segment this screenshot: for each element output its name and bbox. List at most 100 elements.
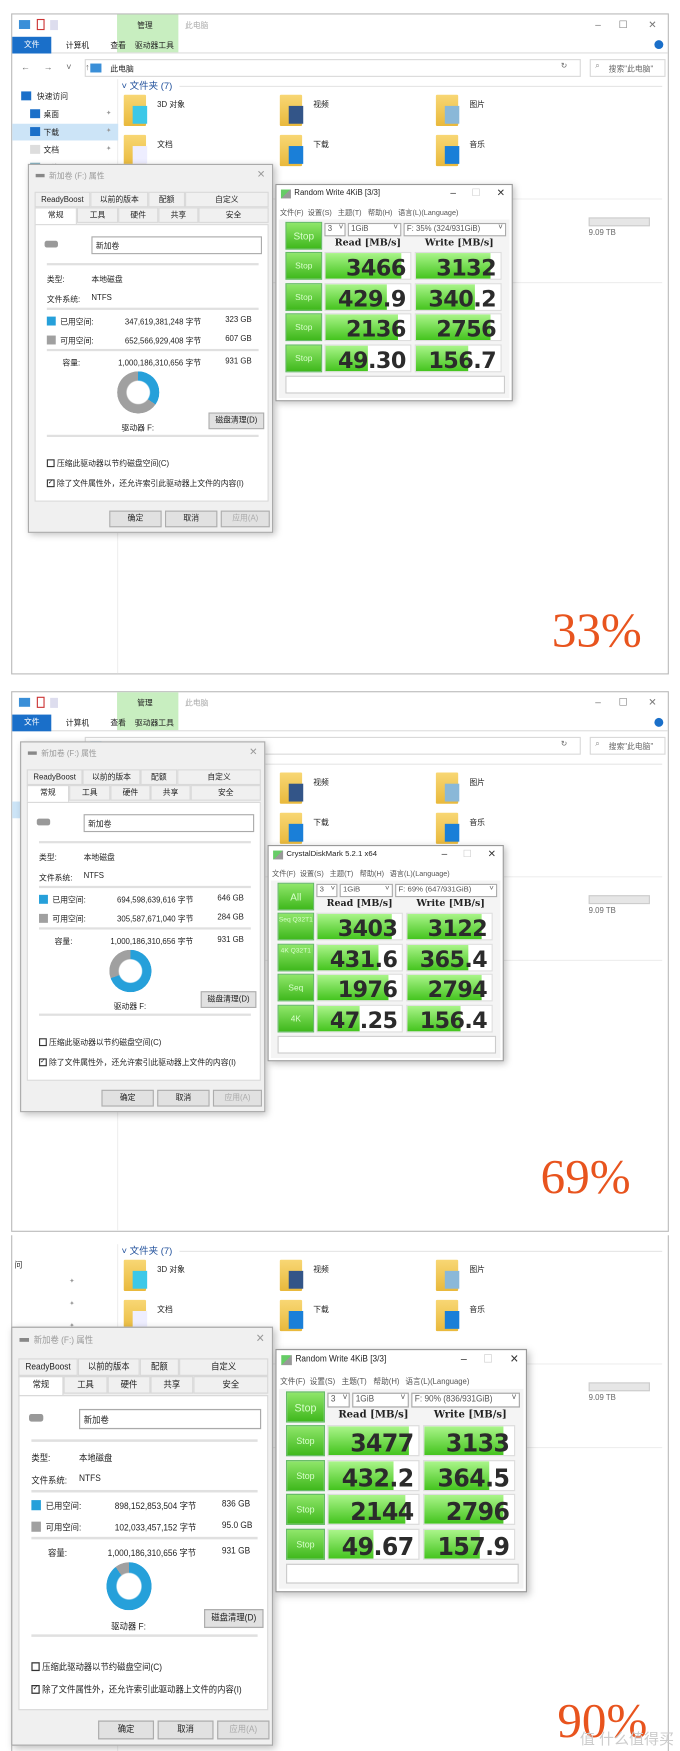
folder-item[interactable]: 图片 (435, 1259, 570, 1296)
tab-general[interactable]: 常规 (18, 1376, 64, 1397)
run-all-button[interactable]: Stop (285, 1391, 325, 1423)
properties-icon[interactable] (36, 696, 45, 708)
menu-item[interactable]: 语言(L)(Language) (390, 867, 450, 879)
pin-icon[interactable]: ✦ (106, 127, 112, 135)
maximize-button[interactable]: ☐ (619, 697, 628, 709)
folder-item[interactable]: 视频 (279, 772, 414, 809)
volume-name-input[interactable]: 新加卷 (79, 1408, 262, 1430)
comment-input[interactable] (277, 1035, 497, 1054)
ribbon-tab[interactable]: 查看 (110, 40, 126, 51)
test-button[interactable]: Stop (285, 251, 323, 280)
folders-header[interactable]: ˅ 文件夹 (7) (122, 1244, 173, 1257)
count-select[interactable]: 3 ˅ (327, 1392, 350, 1408)
menu-item[interactable]: 语言(L)(Language) (405, 1374, 469, 1387)
properties-icon[interactable] (36, 18, 45, 31)
folder-item[interactable]: 下载 (279, 1299, 414, 1336)
comment-input[interactable] (285, 375, 506, 394)
drive-select[interactable]: F: 35% (324/931GiB) ˅ (403, 222, 507, 237)
test-button[interactable]: 4K Q32T1 (277, 943, 315, 971)
tab-readyboost[interactable]: ReadyBoost (34, 191, 91, 208)
compress-checkbox[interactable] (31, 1662, 40, 1672)
close-button[interactable]: ✕ (249, 746, 257, 758)
test-button[interactable]: Seq (277, 973, 315, 1002)
folder-item[interactable]: 3D 对象 (123, 1259, 258, 1296)
refresh-icon[interactable]: ↻ (561, 61, 568, 70)
tab-customize[interactable]: 自定义 (179, 1358, 269, 1377)
test-button[interactable]: Seq Q32T1 (277, 912, 315, 941)
pin-icon[interactable]: ✦ (106, 109, 112, 117)
minimize-button[interactable]: – (595, 697, 601, 708)
tab-security[interactable]: 安全 (193, 1376, 269, 1394)
search-input[interactable]: 搜索"此电脑" ⌕ (589, 736, 666, 755)
tab-readyboost[interactable]: ReadyBoost (18, 1358, 78, 1377)
count-select[interactable]: 3 ˅ (316, 883, 338, 898)
folder-item[interactable]: 图片 (435, 94, 570, 131)
menu-item[interactable]: 主题(T) (330, 867, 354, 879)
menu-item[interactable]: 帮助(H) (368, 206, 393, 218)
tab-tools[interactable]: 工具 (76, 207, 119, 223)
index-checkbox[interactable]: ✓ (46, 479, 55, 488)
refresh-icon[interactable]: ↻ (561, 739, 568, 748)
close-button[interactable]: ✕ (510, 1353, 519, 1367)
ribbon-tab[interactable]: 计算机 (66, 40, 89, 51)
disk-cleanup-button[interactable]: 磁盘清理(D) (208, 412, 265, 430)
tab-tools[interactable]: 工具 (63, 1376, 108, 1394)
drive-select[interactable]: F: 90% (836/931GiB) ˅ (411, 1392, 520, 1408)
tab-security[interactable]: 安全 (198, 207, 269, 223)
tab-security[interactable]: 安全 (190, 785, 261, 801)
test-button[interactable]: Stop (285, 1493, 325, 1525)
folder-item[interactable]: 视频 (279, 94, 414, 131)
tab-sharing[interactable]: 共享 (158, 207, 199, 223)
apply-button[interactable]: 应用(A) (220, 510, 270, 528)
tab-general[interactable]: 常规 (34, 207, 77, 226)
menu-item[interactable]: 设置(S) (300, 867, 324, 879)
help-icon[interactable] (654, 40, 664, 50)
ok-button[interactable]: 确定 (109, 510, 162, 528)
drive-select[interactable]: F: 69% (647/931GiB) ˅ (395, 883, 498, 898)
menu-item[interactable]: 主题(T) (338, 206, 362, 218)
tab-readyboost[interactable]: ReadyBoost (26, 769, 83, 786)
nav-item[interactable]: 文档✦ (12, 142, 118, 159)
size-select[interactable]: 1GiB ˅ (339, 883, 393, 898)
size-select[interactable]: 1GiB ˅ (352, 1392, 409, 1408)
menu-item[interactable]: 语言(L)(Language) (398, 206, 458, 218)
folders-header[interactable]: ˅ 文件夹 (7) (122, 79, 173, 92)
pin-icon[interactable]: ✦ (106, 145, 112, 153)
ok-button[interactable]: 确定 (98, 1720, 155, 1740)
tab-quota[interactable]: 配额 (139, 1358, 180, 1377)
index-checkbox[interactable]: ✓ (31, 1685, 40, 1694)
index-checkbox[interactable]: ✓ (39, 1058, 47, 1067)
test-button[interactable]: 4K (277, 1004, 315, 1032)
tab-previous-versions[interactable]: 以前的版本 (82, 769, 141, 786)
folder-item[interactable]: 视频 (279, 1259, 414, 1296)
folder-item[interactable]: 下载 (279, 812, 414, 849)
disk-cleanup-button[interactable]: 磁盘清理(D) (200, 991, 257, 1008)
help-icon[interactable] (654, 717, 664, 727)
tab-previous-versions[interactable]: 以前的版本 (77, 1358, 140, 1377)
folder-item[interactable]: 音乐 (435, 812, 570, 849)
close-button[interactable]: ✕ (256, 1332, 265, 1346)
comment-input[interactable] (285, 1563, 519, 1584)
tab-customize[interactable]: 自定义 (177, 769, 261, 786)
tab-quota[interactable]: 配额 (140, 769, 178, 786)
ribbon-tab[interactable]: 计算机 (66, 718, 89, 729)
folder-item[interactable]: 图片 (435, 772, 570, 809)
tab-general[interactable]: 常规 (26, 785, 70, 803)
search-input[interactable]: 搜索"此电脑" ⌕ (589, 59, 666, 77)
compress-checkbox[interactable] (46, 459, 55, 468)
maximize-button[interactable]: ☐ (619, 19, 628, 31)
ribbon-tab[interactable]: 查看 (110, 718, 126, 729)
folder-item[interactable]: 3D 对象 (123, 94, 258, 131)
maximize-button[interactable]: ☐ (463, 848, 472, 860)
tab-sharing[interactable]: 共享 (150, 785, 191, 801)
test-button[interactable]: Stop (285, 343, 323, 372)
volume-name-input[interactable]: 新加卷 (83, 814, 255, 833)
tab-hardware[interactable]: 硬件 (107, 1376, 151, 1394)
tab-sharing[interactable]: 共享 (150, 1376, 194, 1394)
minimize-button[interactable]: – (595, 19, 601, 30)
ribbon-tab[interactable]: 驱动器工具 (135, 718, 174, 729)
address-bar[interactable]: 此电脑 (84, 59, 581, 77)
test-button[interactable]: Stop (285, 1459, 325, 1491)
maximize-button[interactable]: ☐ (471, 187, 480, 199)
maximize-button[interactable]: ☐ (483, 1353, 493, 1367)
